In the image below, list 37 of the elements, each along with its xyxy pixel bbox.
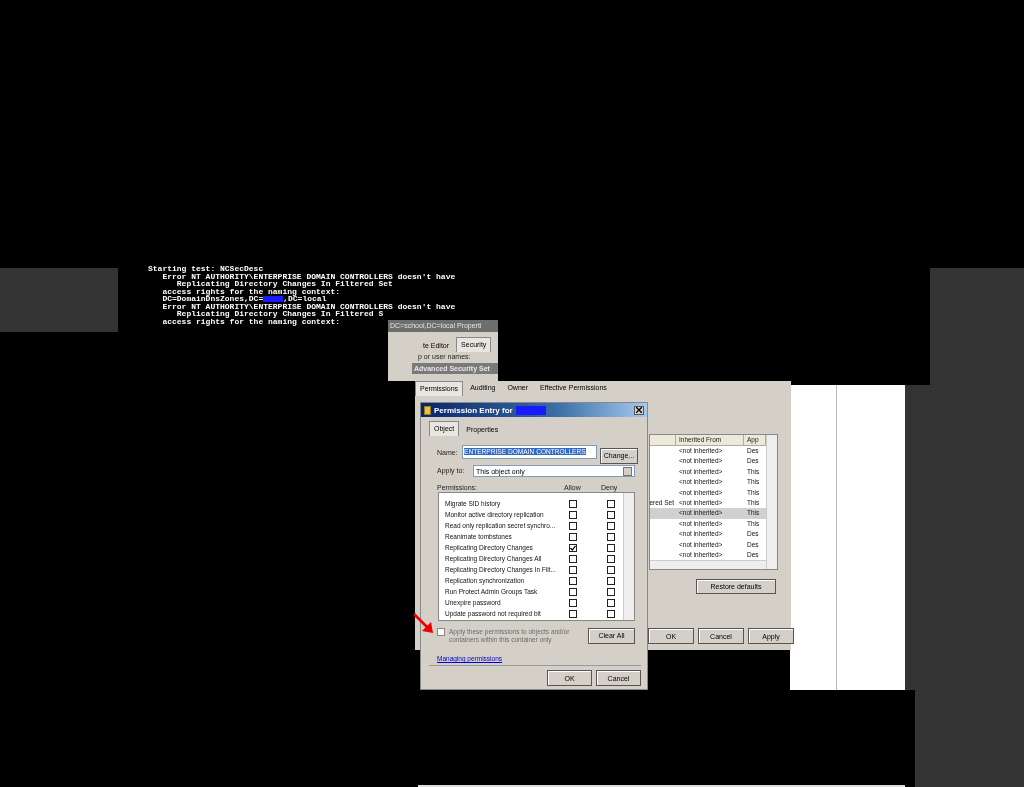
allow-checkbox[interactable]: [569, 598, 577, 607]
allow-checkbox[interactable]: [569, 521, 577, 530]
allow-checkbox[interactable]: [569, 543, 577, 552]
console-line: Error NT AUTHORITY\ENTERPRISE DOMAIN CONTROLLERS doesn't have: [162, 272, 456, 280]
console-line: Error NT AUTHORITY\ENTERPRISE DOMAIN CONTROLLERS doesn't have: [161, 302, 456, 310]
folder-icon: [424, 405, 431, 415]
deny-checkbox[interactable]: [607, 598, 615, 607]
deny-checkbox[interactable]: [607, 587, 615, 596]
allow-checkbox[interactable]: [569, 576, 577, 585]
console-line: Starting test: NCSecDesc: [148, 265, 265, 273]
allow-checkbox[interactable]: [569, 510, 577, 519]
allow-checkbox[interactable]: [569, 587, 577, 596]
close-button[interactable]: [634, 405, 644, 415]
deny-checkbox[interactable]: [607, 521, 615, 530]
arrow-icon: [412, 612, 436, 636]
allow-checkbox[interactable]: [569, 554, 577, 563]
scrollbar[interactable]: [623, 493, 634, 620]
console-line: Replicating Directory Changes In Filtered S: [175, 310, 385, 318]
deny-checkbox[interactable]: [607, 532, 615, 541]
deny-checkbox[interactable]: [607, 554, 615, 563]
deny-checkbox[interactable]: [607, 510, 615, 519]
console-line: DC=DomainDnsZones,DC= ,DC=local: [161, 295, 328, 303]
allow-checkbox[interactable]: [569, 609, 577, 618]
window-title: Permission Entry for: [434, 405, 513, 415]
deny-checkbox[interactable]: [607, 609, 615, 618]
deny-checkbox[interactable]: [607, 576, 615, 585]
allow-checkbox[interactable]: [569, 565, 577, 574]
allow-checkbox[interactable]: [569, 532, 577, 541]
scrollbar[interactable]: [650, 560, 766, 570]
console-line: Replicating Directory Changes In Filtered Set: [175, 280, 394, 288]
console-line: access rights for the naming context:: [161, 287, 342, 295]
deny-checkbox[interactable]: [607, 543, 615, 552]
deny-checkbox[interactable]: [607, 499, 615, 508]
allow-checkbox[interactable]: [569, 499, 577, 508]
deny-checkbox[interactable]: [607, 565, 615, 574]
console-line: access rights for the naming context:: [161, 317, 342, 325]
scrollbar[interactable]: [766, 435, 777, 570]
